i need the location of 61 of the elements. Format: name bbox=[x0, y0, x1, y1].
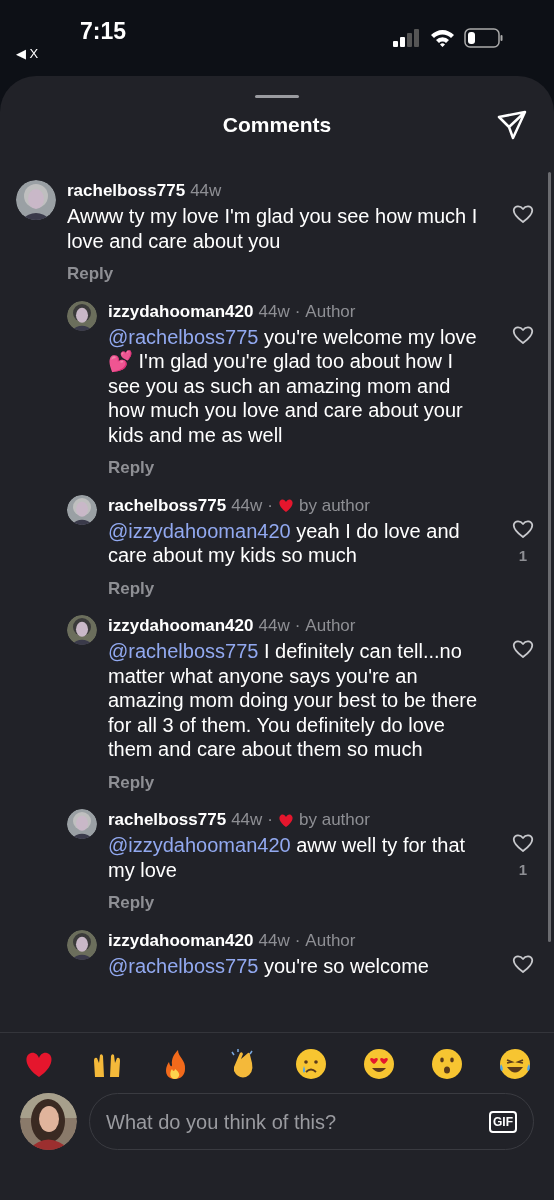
comment-age: 44w bbox=[190, 180, 222, 202]
comment-text: @rachelboss775 I definitely can tell...no matter what anyone says you're an amazing mom doing your best to be there for all 3 of them. You definitely do love them and care about them so much bbox=[108, 639, 479, 762]
comment-age: 44w bbox=[258, 929, 290, 952]
comment-text: @rachelboss775 you're so welcome bbox=[108, 953, 430, 978]
status-time: 7:15 bbox=[80, 17, 127, 46]
author-label: Author bbox=[305, 300, 356, 323]
username[interactable]: rachelboss775 bbox=[67, 180, 186, 202]
heart-icon bbox=[278, 498, 294, 513]
separator-dot: · bbox=[267, 809, 273, 831]
like-icon[interactable] bbox=[512, 639, 534, 659]
liked-by-author-label: by author bbox=[299, 809, 370, 831]
like-icon[interactable] bbox=[512, 833, 534, 853]
reply-link[interactable]: Reply bbox=[108, 769, 155, 795]
username[interactable]: izzydahooman420 bbox=[108, 300, 254, 323]
reply-link[interactable]: Reply bbox=[67, 261, 114, 287]
separator-dot: · bbox=[294, 929, 301, 952]
separator-dot: · bbox=[294, 615, 301, 637]
sheet-title: Comments bbox=[222, 112, 332, 139]
liked-by-author-label: by author bbox=[299, 494, 370, 517]
heart-eyes-face-icon[interactable] bbox=[362, 1047, 396, 1081]
comment-age: 44w bbox=[258, 615, 290, 637]
comment-text: Awww ty my love I'm glad you see how much I love and care about you bbox=[67, 204, 479, 253]
mention-link[interactable]: @rachelboss775 bbox=[108, 325, 259, 348]
username[interactable]: izzydahooman420 bbox=[108, 929, 254, 952]
reply-link[interactable]: Reply bbox=[108, 890, 155, 916]
author-label: Author bbox=[305, 615, 356, 637]
like-count: 1 bbox=[518, 860, 528, 880]
reply-link[interactable]: Reply bbox=[108, 575, 155, 601]
author-label: Author bbox=[305, 929, 356, 952]
mention-link[interactable]: @rachelboss775 bbox=[108, 954, 259, 977]
username[interactable]: izzydahooman420 bbox=[108, 615, 254, 637]
comment-age: 44w bbox=[231, 809, 263, 831]
surprised-face-icon[interactable] bbox=[430, 1047, 464, 1081]
mention-link[interactable]: @rachelboss775 bbox=[108, 640, 259, 662]
crying-face-icon[interactable] bbox=[294, 1047, 328, 1081]
comment-text: @izzydahooman420 aww well ty for that my love bbox=[108, 833, 467, 882]
like-icon[interactable] bbox=[512, 953, 534, 974]
comment-text: @izzydahooman420 yeah I do love and care about my kids so much bbox=[108, 518, 461, 568]
separator-dot: · bbox=[267, 494, 273, 517]
battery-icon bbox=[464, 28, 504, 48]
separator-dot: · bbox=[294, 300, 301, 323]
like-count: 1 bbox=[518, 545, 528, 566]
like-icon[interactable] bbox=[512, 324, 534, 345]
send-icon[interactable] bbox=[497, 110, 527, 140]
like-icon[interactable] bbox=[512, 204, 534, 224]
drag-handle[interactable] bbox=[255, 95, 299, 98]
comment-age: 44w bbox=[258, 300, 290, 323]
reply-link[interactable]: Reply bbox=[108, 455, 155, 481]
back-link[interactable]: ◀ X bbox=[16, 44, 39, 64]
username[interactable]: rachelboss775 bbox=[108, 494, 227, 517]
like-icon[interactable] bbox=[512, 518, 534, 539]
mention-link[interactable]: @izzydahooman420 bbox=[108, 519, 291, 542]
comment-age: 44w bbox=[231, 494, 263, 517]
mention-link[interactable]: @izzydahooman420 bbox=[108, 834, 291, 856]
heart-icon bbox=[278, 812, 294, 828]
wifi-icon bbox=[430, 29, 455, 47]
username[interactable]: rachelboss775 bbox=[108, 809, 227, 831]
gif-button[interactable]: GIF bbox=[489, 1110, 517, 1133]
comment-text: @rachelboss775 you're welcome my love 💕 I'm glad you're glad too about how I see you as such an amazing mom and how much you love and care about your kids and me as well bbox=[108, 324, 478, 447]
signal-icon bbox=[393, 29, 421, 47]
laughing-face-icon[interactable] bbox=[498, 1047, 532, 1081]
